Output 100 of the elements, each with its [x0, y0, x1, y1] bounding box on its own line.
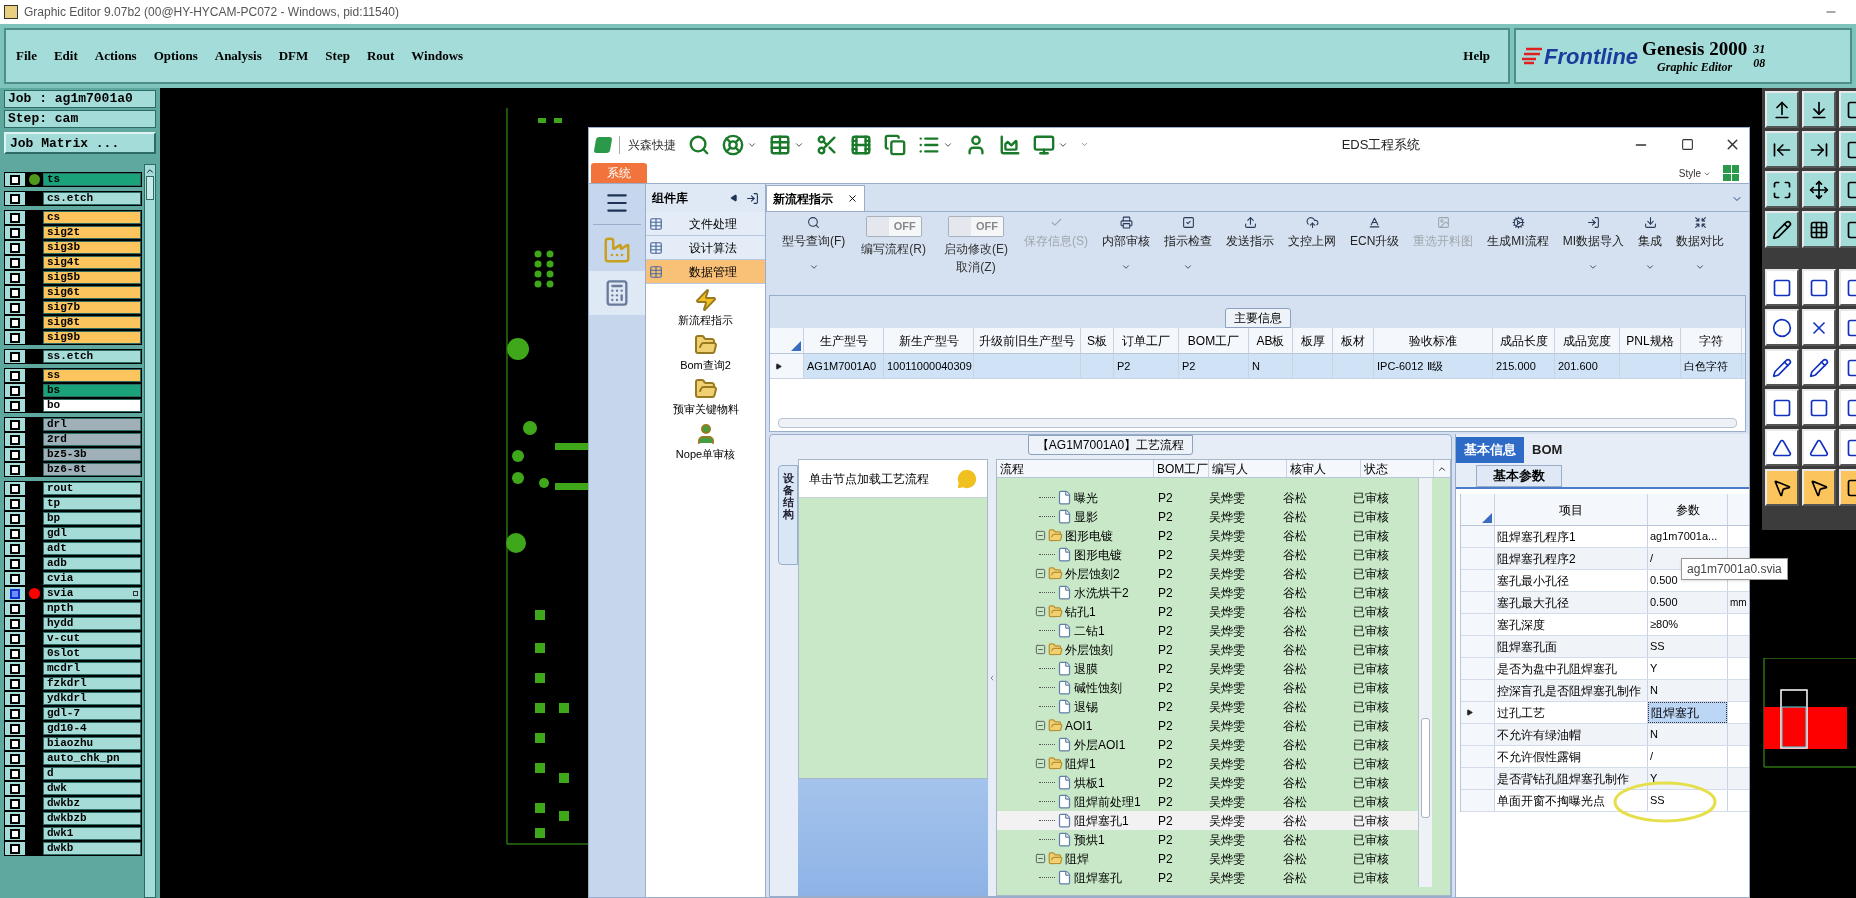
parameter-value[interactable]: N	[1648, 680, 1727, 701]
parameter-value[interactable]: /	[1648, 746, 1727, 767]
layer-name[interactable]: bz6-8t	[43, 463, 141, 476]
style-menu[interactable]: Style	[1678, 166, 1711, 181]
layer-checkbox[interactable]	[5, 782, 25, 795]
layer-name[interactable]: svia	[43, 587, 141, 600]
layer-checkbox[interactable]	[5, 557, 25, 570]
layer-checkbox[interactable]	[5, 737, 25, 750]
layer-checkbox[interactable]	[5, 256, 25, 269]
column-header[interactable]: 成品宽度	[1555, 328, 1620, 353]
job-matrix-button[interactable]: Job Matrix ...	[4, 132, 156, 154]
layer-checkbox[interactable]	[5, 662, 25, 675]
layer-checkbox[interactable]	[5, 842, 25, 855]
tool-button[interactable]	[1802, 91, 1836, 128]
parameter-value[interactable]: N	[1648, 724, 1727, 745]
layer-name[interactable]: adb	[43, 557, 141, 570]
layer-checkbox[interactable]	[5, 448, 25, 461]
quick-access-button[interactable]	[884, 133, 906, 156]
scroll-up-icon[interactable]	[145, 166, 155, 176]
column-header[interactable]: 板材	[1333, 328, 1374, 353]
layer-name[interactable]: cvia	[43, 572, 141, 585]
column-header[interactable]: 字符	[1681, 328, 1742, 353]
menu-item[interactable]: File	[16, 46, 37, 66]
layer-name[interactable]: cs.etch	[43, 192, 141, 205]
menu-item[interactable]: Windows	[411, 46, 464, 66]
layer-name[interactable]: dwk	[43, 782, 141, 795]
tool-button[interactable]	[1802, 269, 1836, 306]
vertical-scrollbar[interactable]	[1418, 478, 1432, 887]
tool-button[interactable]	[1765, 131, 1799, 168]
collapse-icon[interactable]	[1035, 606, 1046, 617]
parameter-value[interactable]: ≥80%	[1648, 614, 1727, 635]
layer-name[interactable]: fzkdrl	[43, 677, 141, 690]
ribbon-button[interactable]: 型号查询(F)	[776, 212, 852, 290]
scroll-thumb[interactable]	[146, 176, 154, 200]
collapse-arrow-icon[interactable]	[730, 194, 738, 202]
layer-checkbox[interactable]	[5, 722, 25, 735]
layer-checkbox[interactable]	[5, 617, 25, 630]
table-row[interactable]: AG1M7001A0 10011000040309 P2 P2 N IPC-6012 Ⅱ级 215.000 201.600 白色字符	[770, 354, 1745, 379]
collapse-icon[interactable]	[1035, 758, 1046, 769]
layer-checkbox[interactable]	[5, 286, 25, 299]
nav-item[interactable]: Bom查询2	[646, 332, 765, 373]
quick-access-button[interactable]	[816, 133, 838, 156]
tree-row[interactable]: 阻焊塞孔1 P2 吴烨雯 谷松 已审核	[997, 811, 1418, 830]
column-header[interactable]: 参数	[1648, 494, 1728, 525]
column-header[interactable]: 生产型号	[804, 328, 884, 353]
parameter-value[interactable]: SS	[1648, 790, 1727, 811]
tool-button[interactable]	[1802, 469, 1836, 506]
column-header[interactable]: PNL规格	[1620, 328, 1681, 353]
quick-access-button[interactable]	[1033, 133, 1055, 156]
nav-group[interactable]: 数据管理	[646, 260, 765, 284]
column-header[interactable]: 成品长度	[1493, 328, 1555, 353]
layer-checkbox[interactable]	[5, 512, 25, 525]
collapse-icon[interactable]	[1035, 568, 1046, 579]
layer-checkbox[interactable]	[5, 350, 25, 363]
ribbon-button[interactable]: 数据对比	[1670, 212, 1731, 290]
quick-access-button[interactable]	[850, 133, 872, 156]
panel-tab[interactable]: 基本信息	[1456, 437, 1524, 463]
layer-checkbox[interactable]	[5, 173, 25, 186]
layer-checkbox[interactable]	[5, 647, 25, 660]
layer-name[interactable]: dwkbzb	[43, 812, 141, 825]
quick-access-button[interactable]	[688, 133, 710, 156]
column-header[interactable]: BOM工厂	[1179, 328, 1249, 353]
layer-name[interactable]: sig9b	[43, 331, 141, 344]
nav-item[interactable]: 预审关键物料	[646, 377, 765, 418]
layer-name[interactable]: sig5b	[43, 271, 141, 284]
layer-checkbox[interactable]	[5, 331, 25, 344]
collapse-icon[interactable]	[1035, 530, 1046, 541]
nav-item[interactable]: 新流程指示	[646, 288, 765, 329]
layer-checkbox[interactable]	[5, 384, 25, 397]
tool-button[interactable]	[1765, 469, 1799, 506]
layer-name[interactable]: gd10-4	[43, 722, 141, 735]
layer-name[interactable]: ts	[43, 173, 141, 186]
collapse-icon[interactable]	[1035, 853, 1046, 864]
layer-checkbox[interactable]	[5, 369, 25, 382]
quick-access-button[interactable]	[965, 133, 987, 156]
layer-checkbox[interactable]	[5, 812, 25, 825]
tool-button[interactable]	[1802, 131, 1836, 168]
layer-name[interactable]: bz5-3b	[43, 448, 141, 461]
layer-name[interactable]: ydkdrl	[43, 692, 141, 705]
layer-name[interactable]: d	[43, 767, 141, 780]
nav-group[interactable]: 文件处理	[646, 212, 765, 236]
ribbon-button[interactable]: MI数据导入	[1556, 212, 1631, 290]
row-header[interactable]	[770, 354, 804, 378]
layer-name[interactable]: hydd	[43, 617, 141, 630]
menu-item[interactable]: Edit	[53, 46, 78, 66]
layer-checkbox[interactable]	[5, 587, 25, 600]
row-header[interactable]	[1461, 702, 1495, 723]
layer-name[interactable]: sig7b	[43, 301, 141, 314]
tool-button[interactable]	[1765, 91, 1799, 128]
layer-name[interactable]: dwk1	[43, 827, 141, 840]
menu-item[interactable]: Rout	[366, 46, 395, 66]
sub-tab[interactable]: 基本参数	[1476, 465, 1562, 487]
layer-name[interactable]: gdl-7	[43, 707, 141, 720]
collapse-icon[interactable]	[1035, 644, 1046, 655]
tool-button[interactable]	[1802, 171, 1836, 208]
quick-access-button[interactable]	[769, 133, 791, 156]
layer-checkbox[interactable]	[5, 797, 25, 810]
tool-button[interactable]	[1802, 429, 1836, 466]
layer-name[interactable]: sig2t	[43, 226, 141, 239]
close-icon[interactable]	[847, 193, 858, 204]
